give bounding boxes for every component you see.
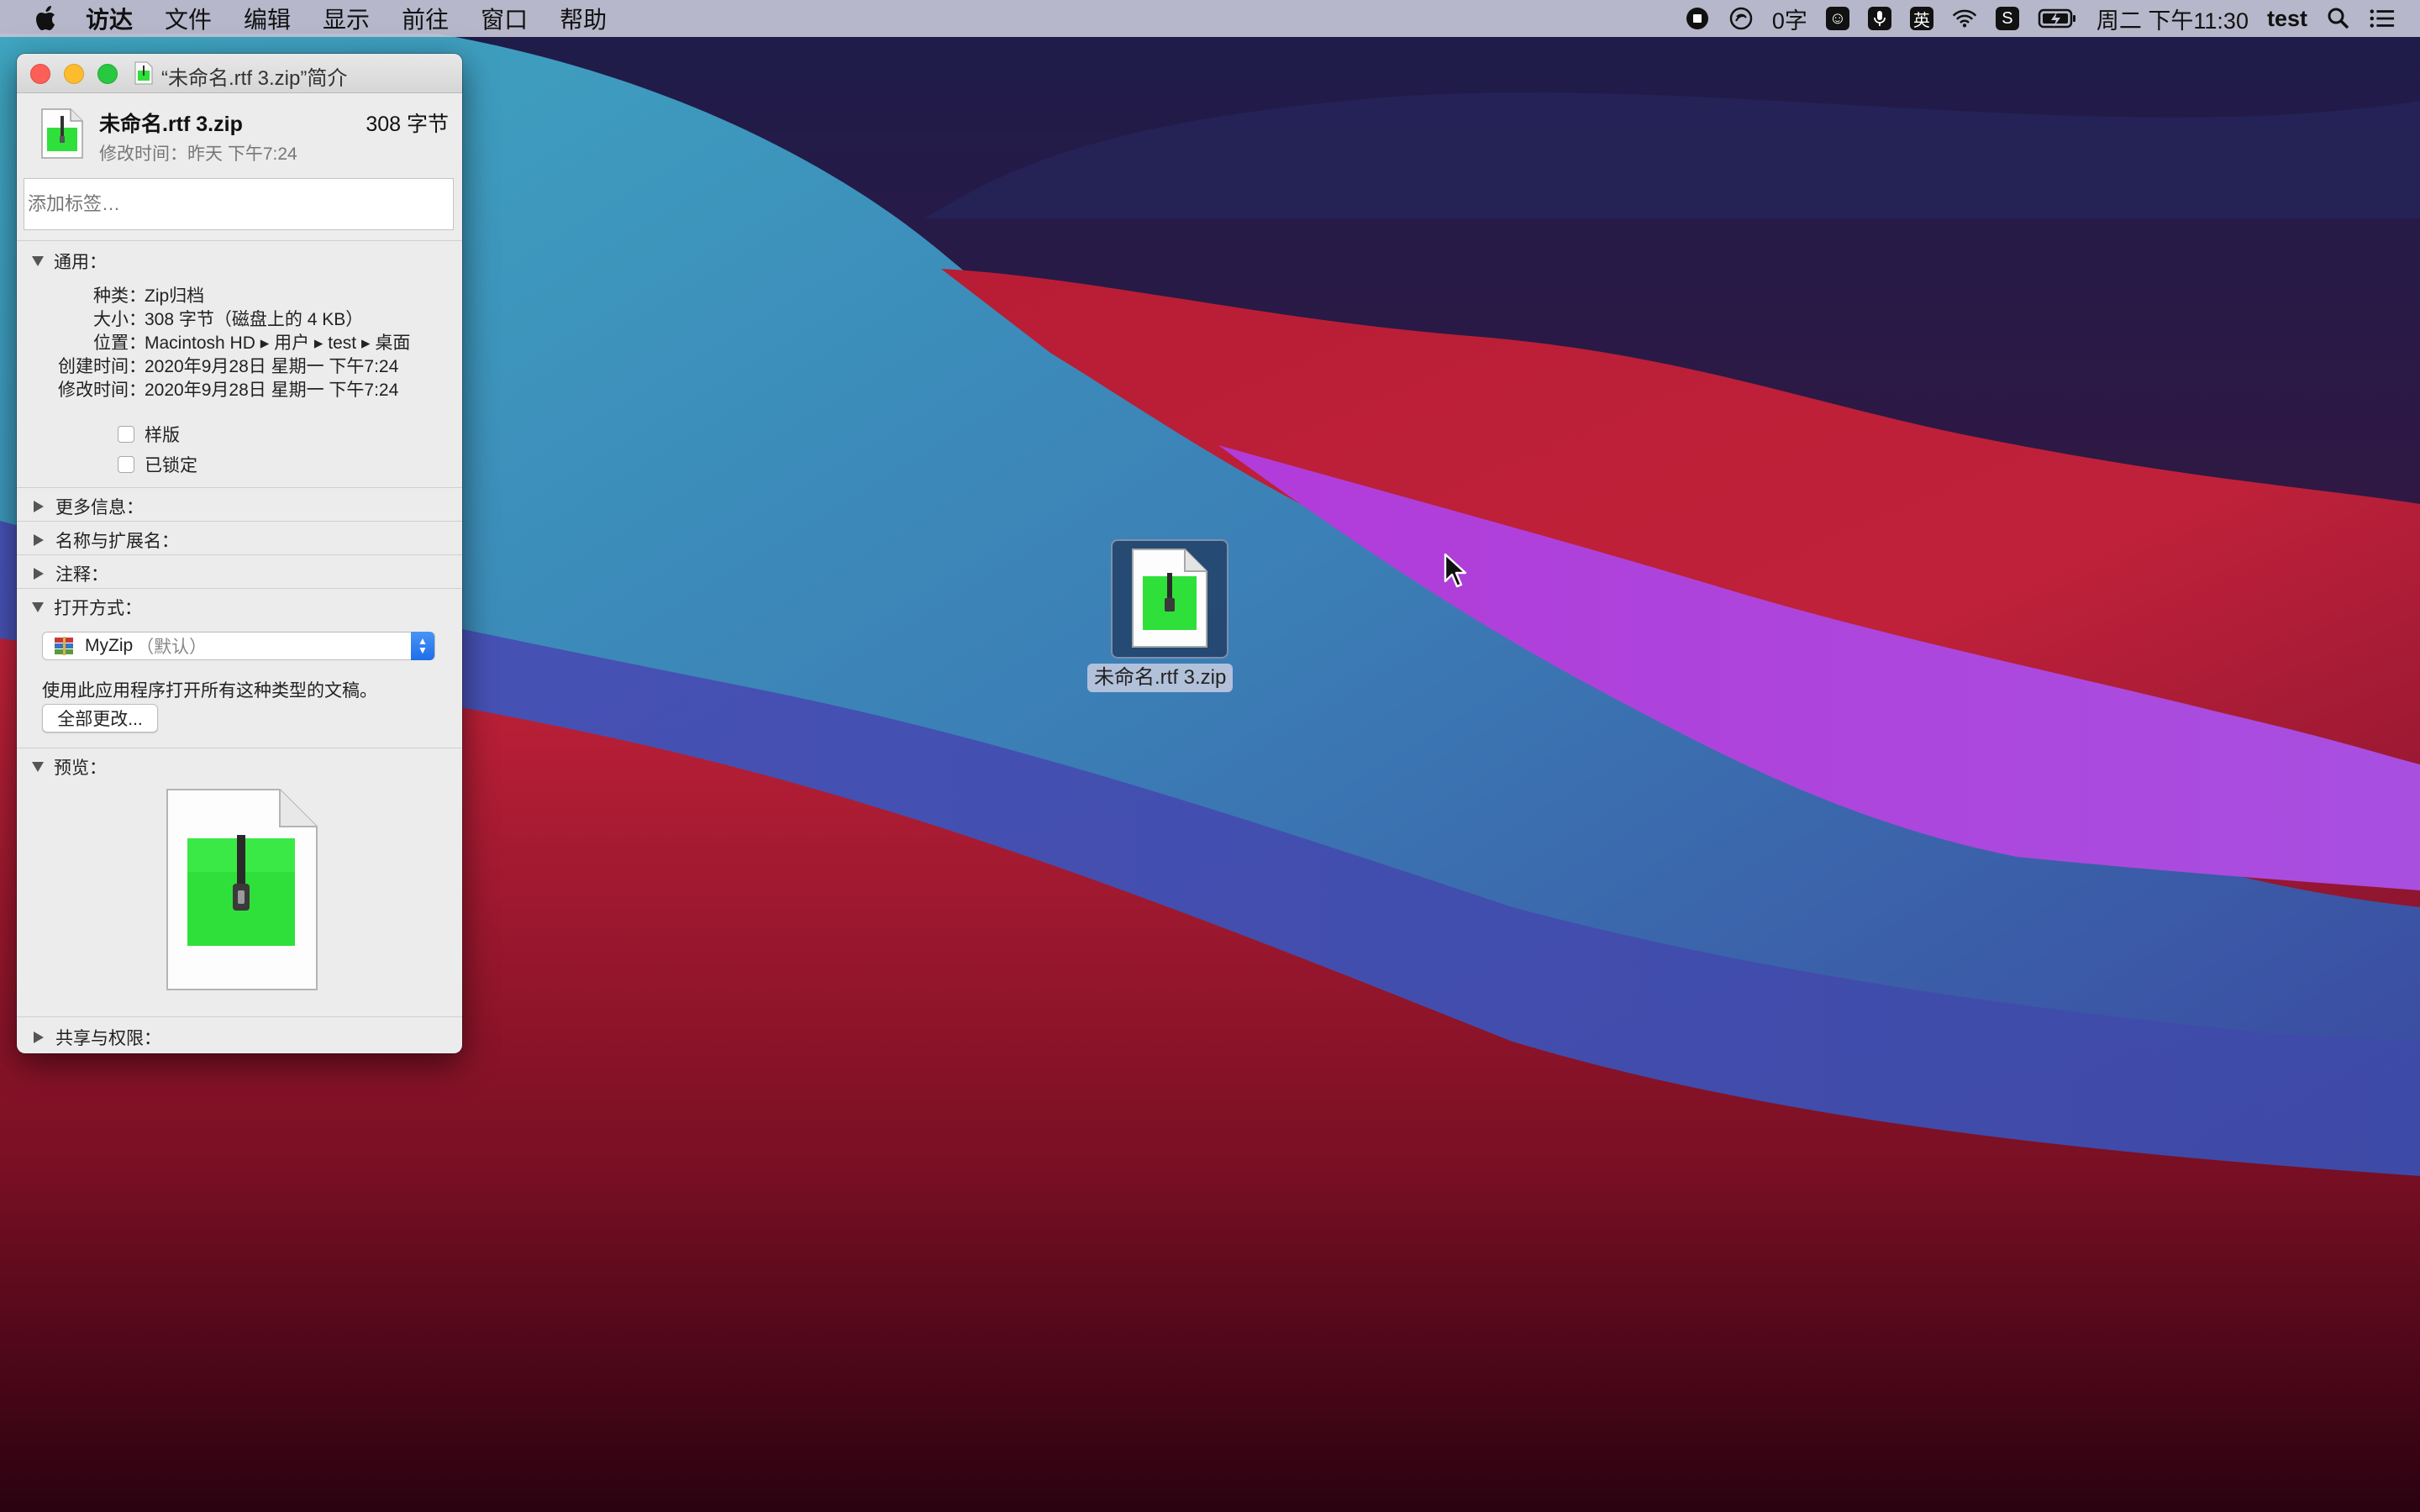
modified-label: 修改时间： [99, 144, 187, 164]
change-all-button[interactable]: 全部更改... [42, 704, 158, 732]
myzip-app-icon [55, 637, 73, 655]
divider [17, 1016, 462, 1017]
spotlight-search-icon[interactable] [2326, 6, 2351, 31]
divider [17, 588, 462, 589]
disclosure-triangle-down-icon[interactable] [32, 762, 44, 772]
section-sharing-label: 共享与权限： [55, 1029, 161, 1048]
created-label: 创建时间： [58, 357, 146, 376]
menu-finder[interactable]: 访达 [86, 2, 133, 35]
section-more-info-label: 更多信息： [55, 498, 144, 517]
section-open-with-label: 打开方式： [54, 599, 142, 618]
clock-label[interactable]: 周二 下午11:30 [2096, 3, 2249, 35]
size-row: 大小： 308 字节（磁盘上的 4 KB） [17, 306, 462, 329]
modified-value: 2020年9月28日 星期一 下午7:24 [145, 381, 399, 400]
section-name-ext-label: 名称与扩展名： [55, 532, 179, 551]
user-label[interactable]: test [2267, 6, 2307, 32]
stationery-checkbox-row[interactable]: 样版 [118, 422, 180, 447]
section-general-label: 通用： [54, 253, 107, 272]
open-with-default-label: （默认） [136, 638, 208, 657]
wifi-icon[interactable] [1952, 6, 1977, 31]
disclosure-triangle-down-icon[interactable] [32, 602, 44, 612]
desktop[interactable]: 访达 文件 编辑 显示 前往 窗口 帮助 0字 ☺ 英 S 周二 下午11:30… [0, 0, 2420, 1512]
word-count-label[interactable]: 0字 [1772, 3, 1807, 35]
kind-value: Zip归档 [145, 286, 205, 306]
desktop-file-item[interactable]: 未命名.rtf 3.zip [1087, 539, 1252, 696]
emoji-icon[interactable]: ☺ [1825, 7, 1849, 30]
divider [17, 240, 462, 241]
microphone-icon[interactable] [1867, 7, 1891, 30]
disclosure-triangle-right-icon[interactable] [34, 501, 44, 512]
menu-edit[interactable]: 编辑 [244, 2, 291, 35]
modified-row: 修改时间： 2020年9月28日 星期一 下午7:24 [17, 376, 462, 400]
modified-value: 昨天 下午7:24 [187, 144, 297, 164]
menu-window[interactable]: 窗口 [481, 2, 528, 35]
menu-bar: 访达 文件 编辑 显示 前往 窗口 帮助 0字 ☺ 英 S 周二 下午11:30… [0, 0, 2420, 37]
mouse-cursor-icon [1444, 553, 1467, 588]
tags-input[interactable] [24, 178, 454, 230]
open-with-app-name: MyZip [85, 636, 134, 655]
size-label: 大小： [93, 310, 146, 329]
disclosure-triangle-right-icon[interactable] [34, 534, 44, 546]
zip-file-icon [134, 61, 153, 85]
select-stepper-icon[interactable]: ▲ ▼ [411, 632, 434, 660]
section-name-ext-header[interactable]: 名称与扩展名： [32, 528, 179, 553]
section-sharing-header[interactable]: 共享与权限： [32, 1025, 161, 1050]
kind-label: 种类： [93, 286, 146, 306]
created-row: 创建时间： 2020年9月28日 星期一 下午7:24 [17, 353, 462, 376]
input-method-label[interactable]: 英 [1909, 7, 1933, 30]
close-button[interactable] [30, 64, 50, 84]
section-preview-header[interactable]: 预览： [32, 754, 107, 780]
stationery-label: 样版 [145, 426, 180, 445]
location-label: 位置： [93, 333, 146, 353]
menu-go[interactable]: 前往 [402, 2, 449, 35]
divider [17, 521, 462, 522]
zoom-button[interactable] [97, 64, 118, 84]
zip-preview-icon [166, 789, 318, 990]
created-value: 2020年9月28日 星期一 下午7:24 [145, 357, 399, 376]
location-row: 位置： Macintosh HD ▸ 用户 ▸ test ▸ 桌面 [17, 329, 462, 353]
disclosure-triangle-right-icon[interactable] [34, 568, 44, 580]
open-with-note: 使用此应用程序打开所有这种类型的文稿。 [42, 681, 377, 701]
locked-label: 已锁定 [145, 456, 197, 475]
section-open-with-header[interactable]: 打开方式： [32, 595, 142, 620]
section-preview-label: 预览： [54, 759, 107, 778]
menu-file[interactable]: 文件 [165, 2, 212, 35]
kind-row: 种类： Zip归档 [17, 282, 462, 306]
file-name: 未命名.rtf 3.zip [99, 113, 243, 136]
divider [17, 554, 462, 555]
section-comments-label: 注释： [55, 565, 108, 585]
location-value[interactable]: Macintosh HD ▸ 用户 ▸ test ▸ 桌面 [145, 329, 410, 354]
battery-charging-icon[interactable] [2038, 6, 2078, 31]
section-more-info-header[interactable]: 更多信息： [32, 494, 144, 519]
size-value: 308 字节（磁盘上的 4 KB） [145, 310, 364, 329]
section-general-header[interactable]: 通用： [32, 249, 107, 274]
divider [17, 487, 462, 488]
locked-checkbox[interactable] [118, 456, 134, 473]
zip-file-icon [41, 108, 83, 159]
stop-recording-icon[interactable] [1685, 6, 1710, 31]
disclosure-triangle-down-icon[interactable] [32, 256, 44, 266]
minimize-button[interactable] [64, 64, 84, 84]
stationery-checkbox[interactable] [118, 426, 134, 443]
open-with-select[interactable]: MyZip （默认） ▲ ▼ [42, 632, 435, 660]
locked-checkbox-row[interactable]: 已锁定 [118, 452, 197, 477]
sogou-icon[interactable]: S [1995, 7, 2019, 30]
apple-menu-icon[interactable] [34, 4, 60, 33]
window-title: “未命名.rtf 3.zip”简介 [161, 67, 348, 90]
notification-center-icon[interactable] [2370, 6, 2395, 31]
swirl-app-icon[interactable] [1728, 6, 1754, 31]
modified-time: 修改时间：昨天 下午7:24 [99, 140, 297, 165]
desktop-file-label[interactable]: 未命名.rtf 3.zip [1087, 664, 1234, 692]
menu-help[interactable]: 帮助 [560, 2, 607, 35]
get-info-window: “未命名.rtf 3.zip”简介 未命名.rtf 3.zip 308 字节 修… [17, 54, 462, 1053]
file-size: 308 字节 [366, 113, 449, 136]
menu-view[interactable]: 显示 [323, 2, 370, 35]
window-titlebar[interactable]: “未命名.rtf 3.zip”简介 [17, 54, 462, 93]
zip-file-icon [1132, 549, 1207, 648]
disclosure-triangle-right-icon[interactable] [34, 1032, 44, 1043]
modified-label: 修改时间： [58, 381, 146, 400]
section-comments-header[interactable]: 注释： [32, 561, 108, 586]
